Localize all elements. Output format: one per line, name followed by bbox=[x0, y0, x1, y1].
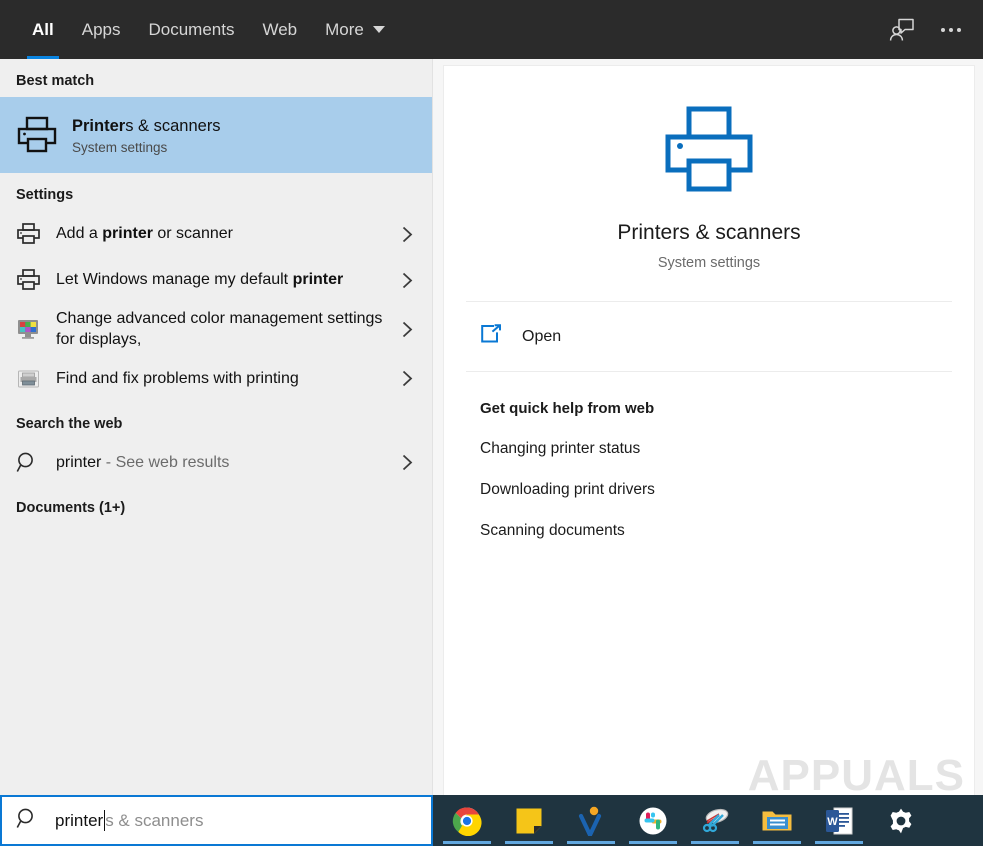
tab-web-label: Web bbox=[262, 19, 298, 39]
tab-more-label: More bbox=[325, 19, 364, 39]
chevron-right-icon bbox=[396, 272, 418, 289]
documents-heading: Documents (1+) bbox=[16, 499, 126, 516]
open-external-icon bbox=[480, 324, 502, 349]
settings-result-add-printer[interactable]: Add a printer or scanner bbox=[0, 211, 432, 257]
help-link-downloading-print-drivers[interactable]: Downloading print drivers bbox=[480, 481, 655, 499]
search-the-web-heading: Search the web bbox=[16, 415, 123, 432]
settings-result-printing-troubleshooter[interactable]: Find and fix problems with printing bbox=[0, 356, 432, 402]
settings-heading: Settings bbox=[16, 187, 74, 203]
search-body: Best match Printers & scanners System se… bbox=[0, 59, 983, 795]
windows-search-window: All Apps Documents Web More Best match P… bbox=[0, 0, 983, 846]
label-bold: printer bbox=[102, 225, 153, 243]
open-button[interactable]: Open bbox=[444, 302, 974, 371]
help-link-scanning-documents[interactable]: Scanning documents bbox=[480, 522, 625, 540]
quick-help-title: Get quick help from web bbox=[480, 400, 655, 417]
preview-title: Printers & scanners bbox=[617, 221, 801, 244]
color-monitor-icon bbox=[16, 317, 56, 341]
bottom-bar: printer s & scanners W bbox=[0, 795, 983, 846]
settings-result-label: Find and fix problems with printing bbox=[56, 368, 396, 389]
printer-small-icon bbox=[16, 268, 56, 292]
search-header: All Apps Documents Web More bbox=[0, 0, 983, 59]
settings-result-color-management[interactable]: Change advanced color management setting… bbox=[0, 303, 432, 356]
best-match-text: Printers & scanners System settings bbox=[72, 115, 221, 154]
best-match-title-bold: Printer bbox=[72, 117, 126, 136]
taskbar-x-app-icon[interactable] bbox=[567, 797, 615, 844]
best-match-subtitle: System settings bbox=[72, 139, 168, 155]
search-input[interactable]: printer s & scanners bbox=[0, 795, 433, 846]
tab-web[interactable]: Web bbox=[248, 0, 311, 59]
best-match-title: Printers & scanners bbox=[72, 115, 221, 137]
preview-subtitle: System settings bbox=[657, 255, 761, 271]
settings-result-label: Let Windows manage my default printer bbox=[56, 269, 396, 290]
taskbar-snipping-tool-icon[interactable] bbox=[691, 797, 739, 844]
search-icon bbox=[16, 807, 39, 835]
taskbar-word-icon[interactable]: W bbox=[815, 797, 863, 844]
best-match-heading: Best match bbox=[16, 73, 95, 89]
web-result-query: printer bbox=[56, 453, 102, 471]
printer-large-icon bbox=[663, 104, 755, 199]
feedback-person-icon[interactable] bbox=[889, 18, 915, 42]
help-link-changing-printer-status[interactable]: Changing printer status bbox=[480, 440, 640, 458]
tab-apps[interactable]: Apps bbox=[68, 0, 135, 59]
ellipsis-dots bbox=[941, 27, 961, 32]
settings-result-default-printer[interactable]: Let Windows manage my default printer bbox=[0, 257, 432, 303]
results-pane: Best match Printers & scanners System se… bbox=[0, 59, 433, 795]
tab-all-label: All bbox=[32, 19, 54, 39]
web-result-see-web-results[interactable]: printer - See web results bbox=[0, 440, 432, 486]
search-filter-tabs: All Apps Documents Web More bbox=[0, 0, 399, 59]
svg-text:W: W bbox=[827, 816, 838, 828]
best-match-title-rest: s & scanners bbox=[125, 117, 221, 136]
settings-result-label: Change advanced color management setting… bbox=[56, 308, 396, 351]
settings-result-label: Add a printer or scanner bbox=[56, 223, 396, 244]
taskbar-slack-icon[interactable] bbox=[629, 797, 677, 844]
preview-hero: Printers & scanners System settings bbox=[444, 66, 974, 301]
chevron-right-icon bbox=[396, 226, 418, 243]
preview-pane: Printers & scanners System settings Open bbox=[433, 59, 983, 795]
taskbar-file-explorer-icon[interactable] bbox=[753, 797, 801, 844]
search-icon bbox=[16, 451, 56, 474]
open-label: Open bbox=[522, 327, 562, 345]
printer-icon bbox=[16, 115, 72, 155]
tab-documents[interactable]: Documents bbox=[134, 0, 248, 59]
label-pre: Find and fix problems with printing bbox=[56, 369, 299, 387]
chevron-right-icon bbox=[396, 454, 418, 471]
taskbar-chrome-icon[interactable] bbox=[443, 797, 491, 844]
chevron-down-icon bbox=[372, 26, 385, 33]
taskbar-settings-gear-icon[interactable] bbox=[877, 797, 925, 844]
taskbar-sticky-notes-icon[interactable] bbox=[505, 797, 553, 844]
chevron-right-icon bbox=[396, 321, 418, 338]
search-typed-text: printer bbox=[55, 810, 104, 830]
label-post: or scanner bbox=[152, 225, 233, 243]
printer-small-icon bbox=[16, 222, 56, 246]
more-options-icon[interactable] bbox=[941, 27, 961, 32]
chevron-right-icon bbox=[396, 370, 418, 387]
quick-help-section: Get quick help from web Changing printer… bbox=[444, 372, 974, 540]
best-match-result-printers-scanners[interactable]: Printers & scanners System settings bbox=[0, 97, 432, 173]
web-result-suffix: - See web results bbox=[101, 453, 230, 471]
search-ghost-text: s & scanners bbox=[105, 810, 204, 830]
label-pre: Change advanced color management setting… bbox=[56, 310, 383, 349]
web-result-label: printer - See web results bbox=[56, 452, 396, 473]
tab-all[interactable]: All bbox=[18, 0, 68, 59]
header-actions bbox=[889, 18, 983, 42]
tab-more[interactable]: More bbox=[311, 0, 399, 59]
label-pre: Let Windows manage my default bbox=[56, 271, 293, 289]
preview-card: Printers & scanners System settings Open bbox=[443, 65, 975, 795]
taskbar: W bbox=[433, 795, 983, 846]
label-bold: printer bbox=[292, 271, 344, 289]
printer-legacy-icon bbox=[16, 367, 56, 391]
tab-apps-label: Apps bbox=[81, 19, 121, 39]
tab-documents-label: Documents bbox=[148, 19, 235, 39]
label-pre: Add a bbox=[56, 225, 103, 243]
search-input-text: printer s & scanners bbox=[55, 810, 203, 831]
